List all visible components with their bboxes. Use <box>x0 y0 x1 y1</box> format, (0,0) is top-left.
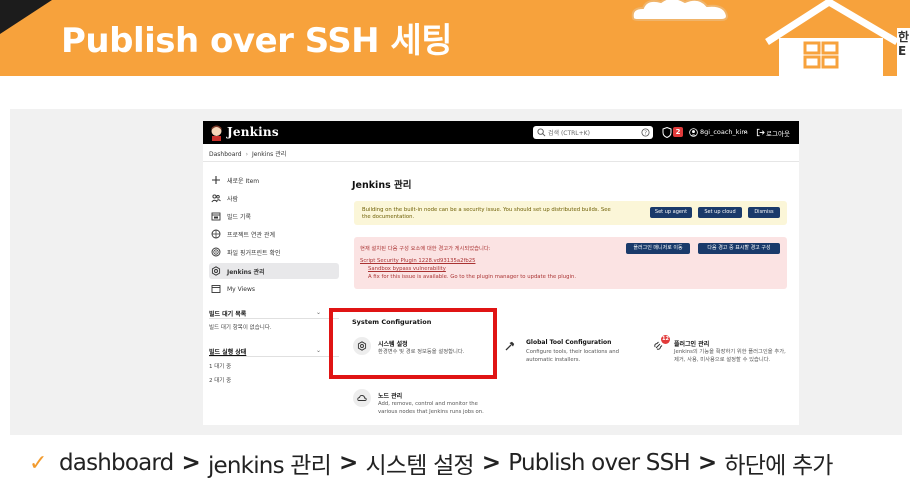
build-queue-empty: 빌드 대기 항목이 없습니다. <box>209 325 272 331</box>
chevron-down-icon[interactable]: ⌄ <box>316 347 321 354</box>
logout-icon[interactable] <box>756 128 765 137</box>
dismiss-button[interactable]: Dismiss <box>748 207 780 218</box>
house-icon <box>757 0 910 76</box>
hammer-icon <box>505 341 515 351</box>
plugin-manager-button[interactable]: 플러그인 매니저로 이동 <box>626 243 690 254</box>
instruction-caption: ✓ dashboard > jenkins 관리 > 시스템 설정 > Publ… <box>29 446 833 480</box>
relationship-icon <box>211 229 221 239</box>
breadcrumb-manage[interactable]: Jenkins 관리 <box>252 151 286 158</box>
vulnerability-link[interactable]: Sandbox bypass vulnerability <box>368 266 446 272</box>
sidebar-item-label: 사람 <box>227 195 239 203</box>
cloud-icon <box>631 0 729 21</box>
views-icon <box>211 285 221 293</box>
page-title: Jenkins 관리 <box>352 180 412 191</box>
chevron-down-icon[interactable]: ⌄ <box>316 309 321 316</box>
history-icon <box>211 212 221 221</box>
warning-intro: 현재 설치된 다음 구성 요소에 대한 경고가 게시되었습니다: <box>360 246 491 252</box>
sidebar-item-label: 파일 핑거프린트 확인 <box>227 249 281 257</box>
sidebar-item-project-relationship[interactable]: 프로젝트 연관 관계 <box>211 227 275 241</box>
global-tool-title[interactable]: Global Tool Configuration <box>526 339 611 346</box>
plugin-warning: 현재 설치된 다음 구성 요소에 대한 경고가 게시되었습니다: Script … <box>354 237 787 289</box>
executor-1: 1 대기 중 <box>209 364 232 370</box>
global-tool-card[interactable] <box>501 337 519 355</box>
sidebar-item-fingerprint[interactable]: 파일 핑거프린트 확인 <box>211 245 281 259</box>
slide-title: Publish over SSH 세팅 <box>61 21 453 61</box>
fix-text: A fix for this issue is available. Go to… <box>368 274 577 280</box>
logout-link[interactable]: 로그아웃 <box>766 128 790 138</box>
breadcrumb-dashboard[interactable]: Dashboard <box>209 151 242 158</box>
plugin-manager-title[interactable]: 플러그인 관리 <box>674 339 709 348</box>
plus-icon <box>212 176 220 184</box>
plugin-manager-desc: Jenkins의 기능을 확장하기 위한 플러그인을 추가, 제거, 사용, 미… <box>674 349 786 363</box>
setup-cloud-button[interactable]: Set up cloud <box>698 207 742 218</box>
plugin-update-badge: 12 <box>661 335 670 344</box>
cloud-icon <box>357 395 367 401</box>
alert-badge[interactable]: 2 <box>673 127 683 137</box>
divider <box>209 318 339 319</box>
jenkins-screenshot: Jenkins 검색 (CTRL+K) ? 2 8gi_coach_kim ⌄ <box>203 121 799 425</box>
chevron-right-icon: › <box>245 151 248 158</box>
global-tool-desc: Configure tools, their locations and aut… <box>526 349 619 363</box>
highlight-box <box>329 308 497 379</box>
breadcrumb: Dashboard › Jenkins 관리 <box>209 149 286 158</box>
caption-step: dashboard <box>59 450 174 476</box>
chevron-down-icon[interactable]: ⌄ <box>743 128 748 135</box>
jenkins-logo-icon[interactable] <box>208 124 225 141</box>
build-executor-title[interactable]: 빌드 실행 상태 <box>209 347 246 356</box>
corner-text: 한 E <box>898 30 910 58</box>
caption-separator: > <box>339 450 358 476</box>
caption-separator: > <box>697 450 717 476</box>
gear-icon <box>211 266 221 276</box>
plugin-link[interactable]: Script Security Plugin 1228.vd93135a2fb2… <box>360 258 475 264</box>
sidebar-item-new-item[interactable]: 새로운 Item <box>211 173 259 187</box>
caption-separator: > <box>481 450 501 476</box>
caption-step: Publish over SSH <box>508 450 690 476</box>
caption-step: jenkins 관리 <box>207 453 332 479</box>
people-icon <box>211 194 221 203</box>
caption-separator: > <box>181 450 200 476</box>
divider <box>203 161 799 162</box>
build-queue-title[interactable]: 빌드 대기 목록 <box>209 309 246 318</box>
search-input[interactable]: 검색 (CTRL+K) ? <box>533 126 653 139</box>
node-manager-title[interactable]: 노드 관리 <box>378 391 402 400</box>
slide: Publish over SSH 세팅 한 E Jenkins 검색 (CTRL <box>0 0 910 497</box>
check-icon: ✓ <box>29 450 47 476</box>
node-manager-desc: Add, remove, control and monitor the var… <box>378 401 484 415</box>
configure-warnings-button[interactable]: 다음 경고 중 표시할 경고 구성 <box>698 243 780 254</box>
caption-step: 하단에 추가 <box>724 453 833 479</box>
search-icon <box>537 128 546 137</box>
executor-2: 2 대기 중 <box>209 378 232 384</box>
shield-icon[interactable] <box>662 127 672 138</box>
svg-text:?: ? <box>644 131 647 137</box>
sidebar-item-label: 빌드 기록 <box>227 213 251 221</box>
divider <box>209 356 339 357</box>
help-icon[interactable]: ? <box>641 128 650 137</box>
jenkins-brand[interactable]: Jenkins <box>227 125 279 139</box>
title-accent-triangle <box>0 0 52 34</box>
sidebar-item-label: My Views <box>227 285 255 293</box>
sidebar-item-people[interactable]: 사람 <box>211 191 238 205</box>
sidebar-item-label: Jenkins 관리 <box>227 268 265 276</box>
sidebar-item-build-history[interactable]: 빌드 기록 <box>211 209 251 223</box>
search-placeholder: 검색 (CTRL+K) <box>548 130 590 137</box>
fingerprint-icon <box>211 247 221 257</box>
user-icon <box>689 128 698 137</box>
sidebar-item-label: 새로운 Item <box>227 177 260 185</box>
sidebar-item-manage-jenkins[interactable]: Jenkins 관리 <box>211 264 265 278</box>
caption-step: 시스템 설정 <box>365 453 474 479</box>
sidebar-item-label: 프로젝트 연관 관계 <box>227 231 275 239</box>
user-menu[interactable]: 8gi_coach_kim <box>700 128 748 136</box>
sidebar-item-my-views[interactable]: My Views <box>211 282 255 296</box>
setup-agent-button[interactable]: Set up agent <box>650 207 692 218</box>
security-warning: Building on the built-in node can be a s… <box>354 201 787 225</box>
warning-text: Building on the built-in node can be a s… <box>362 207 611 220</box>
node-manager-card[interactable] <box>353 389 371 407</box>
